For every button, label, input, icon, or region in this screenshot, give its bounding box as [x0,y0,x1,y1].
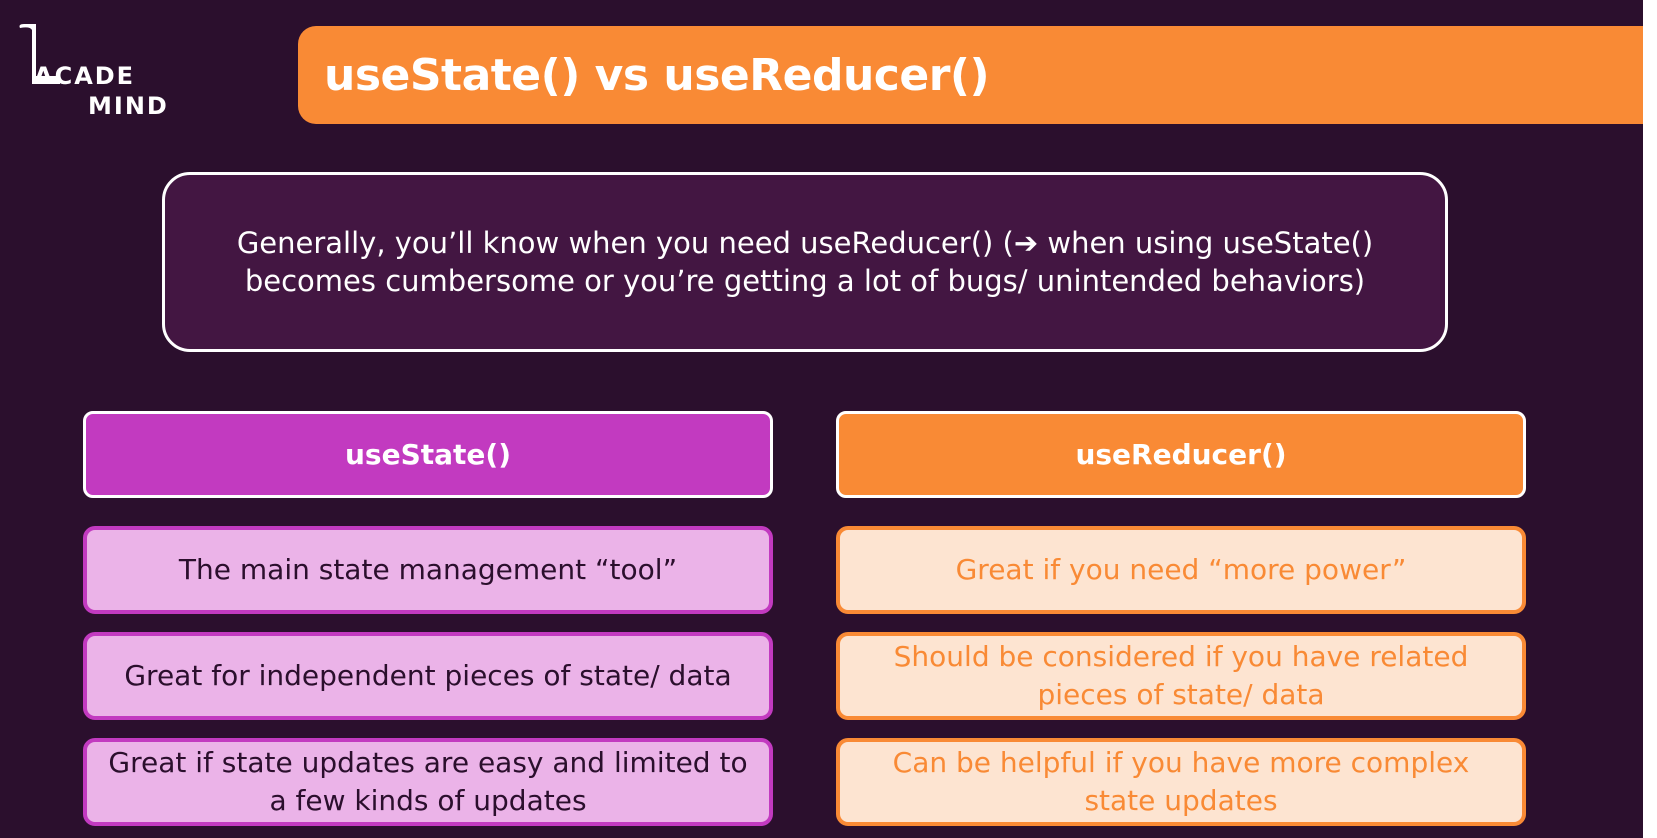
info-text-line-1: Generally, you’ll know when you need use… [236,226,1374,260]
usereducer-header: useReducer() [836,411,1526,498]
usestate-item: Great for independent pieces of state/ d… [83,632,773,720]
usestate-item: Great if state updates are easy and limi… [83,738,773,826]
info-box: Generally, you’ll know when you need use… [162,172,1448,352]
info-text-line-2: becomes cumbersome or you’re getting a l… [244,264,1366,298]
slide-title: useState() vs useReducer() [324,49,990,101]
window-edge [1643,0,1657,838]
info-text: Generally, you’ll know when you need use… [237,224,1373,300]
academind-logo: ACADE MIND [10,22,180,122]
usestate-header: useState() [83,411,773,498]
usereducer-item: Should be considered if you have related… [836,632,1526,720]
usestate-item: The main state management “tool” [83,526,773,614]
logo-text-bottom: MIND [88,92,169,120]
usereducer-item: Great if you need “more power” [836,526,1526,614]
title-banner: useState() vs useReducer() [298,26,1643,124]
usereducer-item: Can be helpful if you have more complex … [836,738,1526,826]
logo-text-top: ACADE [34,62,136,90]
